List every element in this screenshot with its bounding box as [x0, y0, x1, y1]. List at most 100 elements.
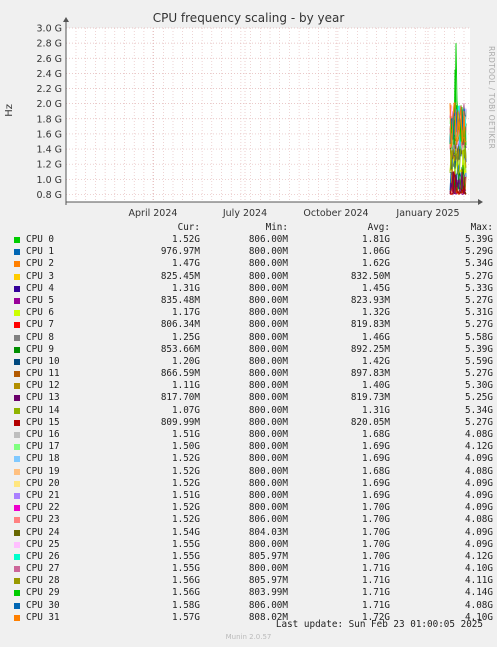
series-name: CPU 29 — [26, 587, 60, 599]
legend-row: CPU 14 1.07G 800.00M 1.31G 5.34G — [12, 404, 493, 417]
series-swatch — [14, 334, 20, 341]
series-name: CPU 26 — [26, 550, 60, 562]
series-min: 800.00M — [248, 343, 288, 355]
series-max: 5.39G — [465, 343, 493, 355]
series-min: 806.00M — [248, 234, 288, 245]
series-avg: 1.68G — [362, 465, 390, 477]
series-avg: 1.71G — [362, 599, 390, 611]
legend-row: CPU 19 1.52G 800.00M 1.68G 4.08G — [12, 465, 493, 478]
series-swatch — [14, 541, 20, 548]
series-cur: 1.55G — [172, 550, 200, 562]
series-min: 804.03M — [248, 526, 288, 538]
series-min: 800.00M — [248, 270, 288, 282]
series-avg: 1.69G — [362, 453, 390, 465]
series-cur: 1.56G — [172, 575, 200, 587]
series-max: 5.30G — [465, 380, 493, 392]
series-swatch — [14, 383, 20, 390]
series-avg: 1.71G — [362, 563, 390, 575]
series-swatch — [14, 468, 20, 475]
legend-row: CPU 7 806.34M 800.00M 819.83M 5.27G — [12, 319, 493, 331]
series-min: 800.00M — [248, 441, 288, 453]
series-name: CPU 11 — [26, 368, 60, 380]
series-cur: 1.07G — [172, 404, 200, 416]
series-avg: 1.68G — [362, 429, 390, 440]
series-swatch — [14, 285, 20, 292]
series-cur: 866.59M — [160, 368, 200, 380]
series-swatch — [14, 566, 20, 573]
series-swatch — [14, 492, 20, 499]
y-tick-label: 0.8 G — [37, 190, 63, 201]
series-min: 800.00M — [248, 319, 288, 331]
series-min: 805.97M — [248, 575, 288, 587]
series-max: 4.08G — [465, 429, 493, 440]
series-avg: 1.06G — [362, 246, 390, 258]
last-update: Last update: Sun Feb 23 01:00:05 2025 — [275, 619, 483, 630]
series-avg: 820.05M — [350, 416, 390, 428]
legend-row: CPU 6 1.17G 800.00M 1.32G 5.31G — [12, 307, 493, 319]
legend-row: CPU 4 1.31G 800.00M 1.45G 5.33G — [12, 282, 493, 295]
series-name: CPU 4 — [26, 282, 54, 294]
x-tick-label: October 2024 — [303, 208, 368, 219]
series-avg: 892.25M — [350, 343, 390, 355]
series-name: CPU 27 — [26, 563, 60, 575]
series-max: 4.10G — [465, 563, 493, 575]
series-max: 5.33G — [465, 282, 493, 294]
series-cur: 1.52G — [172, 453, 200, 465]
series-avg: 1.42G — [362, 355, 390, 367]
header-min: Min: — [265, 222, 288, 233]
series-swatch — [14, 249, 20, 256]
series-cur: 1.55G — [172, 563, 200, 575]
series-avg: 1.71G — [362, 587, 390, 599]
series-min: 800.00M — [248, 380, 288, 392]
series-max: 5.59G — [465, 355, 493, 367]
series-avg: 823.93M — [350, 294, 390, 306]
series-min: 800.00M — [248, 258, 288, 270]
series-max: 5.34G — [465, 404, 493, 416]
series-avg: 1.70G — [362, 526, 390, 538]
series-min: 800.00M — [248, 489, 288, 501]
series-cur: 809.99M — [160, 416, 200, 428]
legend-row: CPU 30 1.58G 806.00M 1.71G 4.08G — [12, 599, 493, 612]
legend-row: CPU 27 1.55G 800.00M 1.71G 4.10G — [12, 563, 493, 575]
series-min: 800.00M — [248, 538, 288, 550]
series-name: CPU 0 — [26, 234, 54, 245]
series-avg: 1.70G — [362, 502, 390, 514]
series-min: 806.00M — [248, 514, 288, 526]
series-min: 803.99M — [248, 587, 288, 599]
series-swatch — [14, 432, 20, 438]
series-avg: 1.69G — [362, 489, 390, 501]
y-tick-label: 2.0 G — [37, 99, 63, 110]
series-max: 4.09G — [465, 538, 493, 550]
series-min: 800.00M — [248, 246, 288, 258]
legend-row: CPU 21 1.51G 800.00M 1.69G 4.09G — [12, 489, 493, 502]
series-name: CPU 13 — [26, 392, 60, 404]
legend-row: CPU 20 1.52G 800.00M 1.69G 4.09G — [12, 477, 493, 490]
series-name: CPU 15 — [26, 416, 60, 428]
series-avg: 1.69G — [362, 477, 390, 489]
series-cur: 1.50G — [172, 441, 200, 453]
legend-header: Cur: Min: Avg: Max: — [12, 222, 493, 234]
series-cur: 1.17G — [172, 307, 200, 319]
series-min: 800.00M — [248, 392, 288, 404]
legend-row: CPU 0 1.52G 806.00M 1.81G 5.39G — [12, 234, 493, 246]
series-cur: 1.56G — [172, 587, 200, 599]
series-name: CPU 1 — [26, 246, 54, 258]
series-min: 800.00M — [248, 453, 288, 465]
series-name: CPU 31 — [26, 611, 60, 623]
series-name: CPU 18 — [26, 453, 60, 465]
series-cur: 853.66M — [160, 343, 200, 355]
series-swatch — [14, 407, 20, 414]
series-avg: 819.83M — [350, 319, 390, 331]
series-min: 805.97M — [248, 550, 288, 562]
legend-row: CPU 1 976.97M 800.00M 1.06G 5.29G — [12, 246, 493, 258]
series-min: 806.00M — [248, 599, 288, 611]
series-name: CPU 9 — [26, 343, 54, 355]
legend-row: CPU 11 866.59M 800.00M 897.83M 5.27G — [12, 368, 493, 380]
series-avg: 1.62G — [362, 258, 390, 270]
series-min: 800.00M — [248, 282, 288, 294]
series-swatch — [14, 310, 20, 317]
y-tick-label: 3.0 G — [37, 24, 63, 35]
series-max: 4.09G — [465, 502, 493, 514]
series-cur: 1.31G — [172, 282, 200, 294]
series-swatch — [14, 322, 20, 329]
